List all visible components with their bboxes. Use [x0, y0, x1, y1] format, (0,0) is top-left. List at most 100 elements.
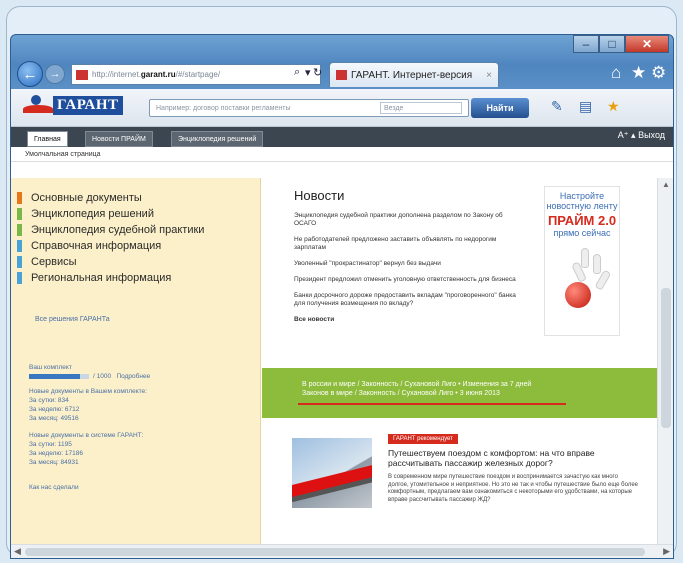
news-item[interactable]: Уволенный "прокрастинатор" вернул без вы…	[294, 260, 524, 268]
url-host: garant.ru	[140, 70, 176, 79]
limit-value: / 1000	[93, 373, 112, 380]
garant-logo-mark-icon	[23, 95, 53, 115]
system-docs-line[interactable]: За неделю: 17186	[29, 449, 260, 458]
menu-item-court-practice[interactable]: Энциклопедия судебной практики	[17, 222, 260, 238]
garant-logo-text: ГАРАНТ	[53, 95, 123, 115]
promo-line1: Настройте новостную ленту	[546, 191, 618, 211]
address-bar[interactable]: http://internet. garant.ru /#/startpage/	[71, 64, 321, 85]
bowling-pin-icon	[593, 254, 601, 274]
menu-item-regional[interactable]: Региональная информация	[17, 270, 260, 286]
documents-icon[interactable]: ▤	[579, 98, 592, 115]
chevron-down-icon[interactable]: ▾	[305, 66, 311, 79]
garant-logo[interactable]: ГАРАНТ	[23, 95, 123, 115]
updates-line[interactable]: В россии и мире / Законность / Сухановой…	[302, 380, 531, 389]
forward-arrow-icon[interactable]: →	[45, 64, 65, 84]
menu-marker	[17, 256, 22, 268]
back-arrow-icon[interactable]: ←	[17, 61, 43, 87]
news-title: Новости	[294, 188, 345, 203]
menu-item-reference[interactable]: Справочная информация	[17, 238, 260, 254]
refresh-icon[interactable]: ↻	[313, 66, 322, 79]
scroll-left-icon[interactable]: ◀	[14, 546, 21, 557]
feature-title[interactable]: Путешествуем поездом с комфортом: на что…	[388, 448, 638, 468]
settings-gear-icon[interactable]: ⚙	[651, 63, 666, 83]
search-scope-select[interactable]: Везде	[380, 102, 462, 114]
recommend-badge: ГАРАНТ рекомендует	[388, 434, 458, 444]
web-page: ГАРАНТ Например: договор поставки реглам…	[11, 89, 673, 558]
progress-fill	[29, 374, 80, 379]
news-item[interactable]: Не работодателей предложено заставить об…	[294, 236, 524, 252]
feature-text: В современном мире путешествие поездом и…	[388, 474, 639, 503]
limit-block: Ваш комплект / 1000 Подробнее Новые доку…	[29, 363, 260, 492]
menu-marker	[17, 192, 22, 204]
bowling-pin-icon	[581, 248, 589, 268]
limit-progress: / 1000 Подробнее	[29, 372, 260, 381]
menu-marker	[17, 240, 22, 252]
all-solutions-link[interactable]: Все решения ГАРАНТа	[35, 316, 260, 323]
scroll-thumb[interactable]	[661, 288, 671, 428]
menu-marker	[17, 272, 22, 284]
vertical-scrollbar[interactable]: ▲	[657, 178, 673, 544]
menu-marker	[17, 224, 22, 236]
updates-line[interactable]: Законов в мире / Законность / Сухановой …	[302, 389, 531, 398]
new-docs-line[interactable]: За неделю: 6712	[29, 405, 260, 414]
home-icon[interactable]: ⌂	[611, 63, 621, 83]
updates-text[interactable]: В россии и мире / Законность / Сухановой…	[302, 380, 531, 398]
progress-track	[29, 374, 89, 379]
pen-icon[interactable]: ✎	[551, 98, 563, 115]
garant-tabs: Главная Новости ПРАЙМ Энциклопедия решен…	[11, 127, 673, 147]
new-docs-line[interactable]: За сутки: 834	[29, 396, 260, 405]
site-favicon-icon	[76, 69, 88, 80]
search-icon[interactable]: ⌕	[294, 66, 300, 79]
tab-favicon-icon	[336, 70, 347, 80]
tab-encyclopedia[interactable]: Энциклопедия решений	[171, 131, 264, 147]
window-controls: – □ ✕	[573, 35, 669, 53]
navigation-bar: ← → http://internet. garant.ru /#/startp…	[11, 59, 673, 89]
menu-item-encyclopedia[interactable]: Энциклопедия решений	[17, 206, 260, 222]
feature-article: ГАРАНТ рекомендует Путешествуем поездом …	[262, 418, 659, 544]
menu-item-services[interactable]: Сервисы	[17, 254, 260, 270]
updates-bar: В россии и мире / Законность / Сухановой…	[262, 368, 659, 418]
scroll-thumb-horizontal[interactable]	[25, 548, 645, 556]
scroll-up-icon[interactable]: ▲	[662, 180, 670, 189]
page-body: Основные документы Энциклопедия решений …	[11, 178, 673, 544]
maximize-button[interactable]: □	[599, 35, 625, 53]
minimize-button[interactable]: –	[573, 35, 599, 53]
tab-main[interactable]: Главная	[27, 131, 68, 147]
red-underline	[298, 403, 566, 405]
system-docs-line[interactable]: За сутки: 1195	[29, 440, 260, 449]
news-item[interactable]: Энциклопедия судебной практики дополнена…	[294, 212, 524, 228]
tab-prime-news[interactable]: Новости ПРАЙМ	[85, 131, 153, 147]
system-docs-line[interactable]: За месяц: 84931	[29, 458, 260, 467]
limit-details-link[interactable]: Подробнее	[117, 372, 151, 381]
limit-label: Ваш комплект	[29, 364, 72, 371]
url-suffix: /#/startpage/	[175, 70, 221, 79]
all-news-link[interactable]: Все новости	[294, 316, 524, 323]
favorites-star-icon[interactable]: ★	[631, 63, 646, 83]
browser-window: – □ ✕ ← → http://internet. garant.ru /#/…	[10, 34, 674, 559]
star-icon[interactable]: ★	[607, 98, 620, 115]
search-input[interactable]: Например: договор поставки регламенты Ве…	[149, 99, 469, 117]
close-button[interactable]: ✕	[625, 35, 669, 53]
prime-promo-banner[interactable]: Настройте новостную ленту ПРАЙМ 2.0 прям…	[544, 186, 620, 336]
train-thumbnail[interactable]	[292, 438, 372, 508]
garant-header: ГАРАНТ Например: договор поставки реглам…	[11, 89, 673, 127]
font-size-and-exit[interactable]: A⁺ ▴ Выход	[618, 130, 665, 141]
scroll-right-icon[interactable]: ▶	[663, 546, 670, 557]
menu-item-main-documents[interactable]: Основные документы	[17, 190, 260, 206]
news-item[interactable]: Президент предложил отменить уголовную о…	[294, 276, 524, 284]
about-link[interactable]: Как нас сделали	[29, 483, 260, 492]
horizontal-scrollbar[interactable]: ◀ ▶	[11, 544, 673, 558]
bowling-ball-icon	[565, 282, 591, 308]
search-placeholder: Например: договор поставки регламенты	[156, 104, 291, 112]
left-menu-column: Основные документы Энциклопедия решений …	[11, 178, 261, 544]
browser-tab[interactable]: ГАРАНТ. Интернет-версия ×	[329, 62, 499, 87]
new-docs-line[interactable]: За месяц: 49516	[29, 414, 260, 423]
system-docs-line: Новые документы в системе ГАРАНТ:	[29, 432, 144, 439]
find-button[interactable]: Найти	[471, 98, 529, 118]
news-item[interactable]: Банки досрочного дороже предоставить вкл…	[294, 292, 524, 308]
tab-close-icon[interactable]: ×	[486, 70, 492, 81]
news-list: Энциклопедия судебной практики дополнена…	[294, 212, 524, 323]
url-prefix: http://internet.	[92, 70, 141, 79]
tab-title: ГАРАНТ. Интернет-версия	[351, 69, 473, 81]
menu-marker	[17, 208, 22, 220]
